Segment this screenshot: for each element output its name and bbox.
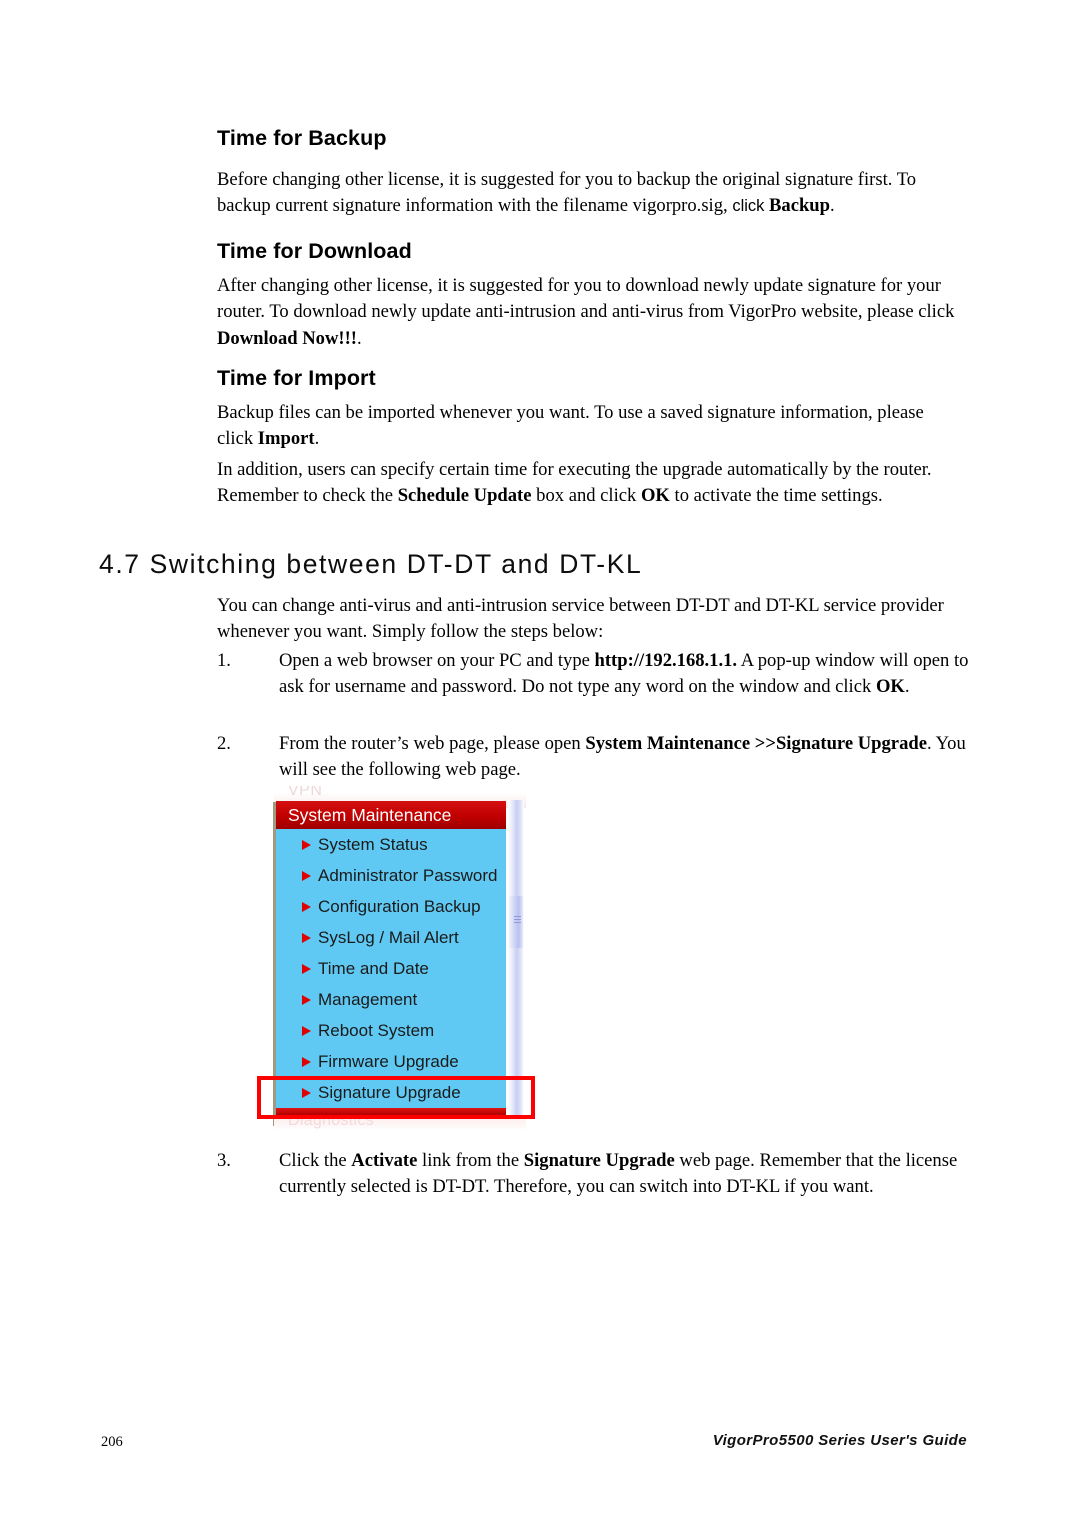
paragraph-download-suffix: . xyxy=(356,327,362,349)
step-2-text: From the router’s web page, please open … xyxy=(279,731,977,784)
menu-item-reboot-system[interactable]: Reboot System xyxy=(276,1015,506,1046)
triangle-bullet-icon xyxy=(302,964,311,974)
step-2-number: 2. xyxy=(217,733,231,754)
step-1-number: 1. xyxy=(217,650,231,671)
section-heading-4-7: 4.7 Switching between DT-DT and DT-KL xyxy=(99,549,643,579)
paragraph-backup-bold: Backup xyxy=(769,195,830,217)
document-page: Time for Backup Before changing other li… xyxy=(0,0,1080,1528)
paragraph-download-bold: Download Now!!! xyxy=(217,327,357,349)
heading-time-for-import: Time for Import xyxy=(217,366,376,390)
step-1-bold-url: http://192.168.1.1. xyxy=(594,650,738,671)
annotation-highlight-box xyxy=(257,1076,535,1119)
paragraph-import-1: Backup files can be imported whenever yo… xyxy=(217,400,947,453)
menu-item-label: SysLog / Mail Alert xyxy=(318,928,459,947)
faded-menu-above-label: VPN xyxy=(288,786,323,799)
step-3-prefix: Click the xyxy=(279,1150,352,1171)
menu-item-administrator-password[interactable]: Administrator Password xyxy=(276,860,506,891)
paragraph-import-1-suffix: . xyxy=(314,428,320,450)
paragraph-download-prefix: After changing other license, it is sugg… xyxy=(217,275,955,323)
step-1-bold-ok: OK xyxy=(875,676,905,698)
menu-item-label: Reboot System xyxy=(318,1021,435,1040)
footer-guide-title: VigorPro5500 Series User's Guide xyxy=(712,1432,967,1449)
menu-item-label: Administrator Password xyxy=(318,866,498,885)
menu-item-label: Firmware Upgrade xyxy=(318,1052,459,1071)
footer-page-number: 206 xyxy=(101,1434,123,1450)
heading-time-for-download: Time for Download xyxy=(217,239,412,263)
menu-item-syslog-mail-alert[interactable]: SysLog / Mail Alert xyxy=(276,922,506,953)
menu-item-label: Configuration Backup xyxy=(318,897,481,916)
step-3-bold-activate: Activate xyxy=(351,1150,418,1171)
paragraph-backup: Before changing other license, it is sug… xyxy=(217,167,962,220)
step-1-prefix: Open a web browser on your PC and type xyxy=(279,650,595,671)
menu-title-bar: System Maintenance xyxy=(276,801,506,829)
triangle-bullet-icon xyxy=(302,995,311,1005)
menu-scrollbar-track[interactable] xyxy=(508,800,524,1116)
triangle-bullet-icon xyxy=(302,902,311,912)
list-item-step-2: 2. From the router’s web page, please op… xyxy=(217,731,977,784)
menu-item-system-status[interactable]: System Status xyxy=(276,829,506,860)
paragraph-import-2-mid: box and click xyxy=(531,485,641,507)
paragraph-import-2-bold-schedule: Schedule Update xyxy=(397,485,532,507)
step-1-text: Open a web browser on your PC and type h… xyxy=(279,648,977,701)
router-menu-screenshot: VPN System Maintenance System Status Adm… xyxy=(256,786,544,1134)
triangle-bullet-icon xyxy=(302,933,311,943)
menu-item-label: Management xyxy=(318,990,418,1009)
paragraph-import-1-bold: Import xyxy=(257,428,315,450)
triangle-bullet-icon xyxy=(302,840,311,850)
menu-item-time-and-date[interactable]: Time and Date xyxy=(276,953,506,984)
paragraph-backup-suffix: . xyxy=(829,195,835,217)
paragraph-import-1-prefix: Backup files can be imported whenever yo… xyxy=(217,402,924,450)
step-3-mid: link from the xyxy=(417,1150,524,1171)
paragraph-download: After changing other license, it is sugg… xyxy=(217,273,972,352)
menu-item-firmware-upgrade[interactable]: Firmware Upgrade xyxy=(276,1046,506,1077)
step-3-bold-signature-upgrade: Signature Upgrade xyxy=(523,1150,675,1171)
menu-item-list: System Status Administrator Password Con… xyxy=(276,829,506,1108)
list-item-step-3: 3. Click the Activate link from the Sign… xyxy=(217,1148,977,1201)
list-item-step-1: 1. Open a web browser on your PC and typ… xyxy=(217,648,977,701)
paragraph-import-2-suffix: to activate the time settings. xyxy=(669,485,883,507)
router-menu-inner: VPN System Maintenance System Status Adm… xyxy=(256,786,544,1134)
triangle-bullet-icon xyxy=(302,871,311,881)
menu-item-label: System Status xyxy=(318,835,428,854)
step-1-suffix: . xyxy=(904,676,910,698)
paragraph-backup-click: click xyxy=(732,197,769,216)
step-2-prefix: From the router’s web page, please open xyxy=(279,733,586,754)
step-3-text: Click the Activate link from the Signatu… xyxy=(279,1148,977,1201)
menu-item-management[interactable]: Management xyxy=(276,984,506,1015)
menu-item-configuration-backup[interactable]: Configuration Backup xyxy=(276,891,506,922)
paragraph-import-2-bold-ok: OK xyxy=(640,485,670,507)
triangle-bullet-icon xyxy=(302,1026,311,1036)
step-2-bold-path: System Maintenance >>Signature Upgrade xyxy=(585,733,927,754)
menu-item-label: Time and Date xyxy=(318,959,429,978)
step-3-number: 3. xyxy=(217,1150,231,1171)
paragraph-chapter-intro: You can change anti-virus and anti-intru… xyxy=(217,595,944,643)
heading-time-for-backup: Time for Backup xyxy=(217,126,387,150)
paragraph-import-2: In addition, users can specify certain t… xyxy=(217,457,947,510)
scrollbar-grip-icon xyxy=(514,916,521,924)
triangle-bullet-icon xyxy=(302,1057,311,1067)
